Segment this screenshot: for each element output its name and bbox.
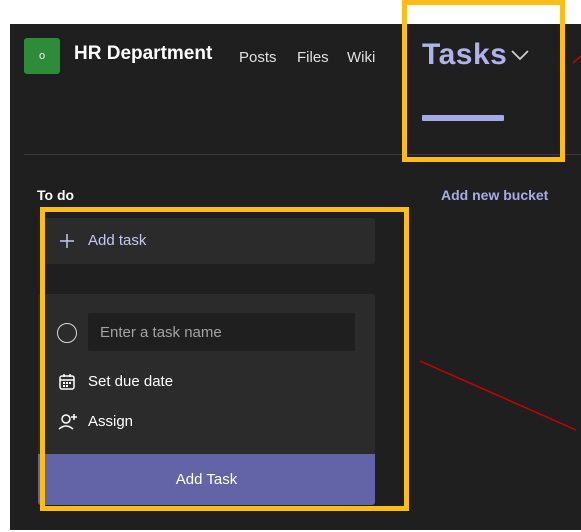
tab-posts[interactable]: Posts — [239, 49, 277, 66]
checkbox-circle-icon[interactable] — [57, 323, 77, 343]
set-due-date-label: Set due date — [88, 373, 174, 390]
add-task-label: Add task — [88, 232, 147, 249]
active-tab-indicator — [422, 115, 504, 121]
teams-window: o HR Department Posts Files Wiki Tasks T… — [10, 24, 581, 530]
team-name: HR Department — [74, 43, 213, 64]
new-task-card: Set due date Assign Add Task — [38, 294, 375, 505]
calendar-icon — [58, 373, 76, 396]
tab-files[interactable]: Files — [297, 49, 329, 66]
tab-wiki[interactable]: Wiki — [347, 49, 375, 66]
channel-header: o HR Department Posts Files Wiki Tasks — [10, 24, 581, 94]
add-task-submit-button[interactable]: Add Task — [38, 454, 375, 505]
add-task-row[interactable]: Add task — [42, 218, 375, 264]
assign-label: Assign — [88, 413, 134, 430]
bucket-title: To do — [37, 187, 75, 203]
assign-person-icon — [58, 413, 78, 436]
chevron-down-icon[interactable] — [510, 48, 530, 67]
header-divider — [24, 154, 581, 155]
team-avatar[interactable]: o — [24, 38, 60, 74]
add-new-bucket-link[interactable]: Add new bucket — [441, 187, 548, 203]
tab-tasks[interactable]: Tasks — [422, 38, 507, 72]
plus-icon — [59, 233, 75, 254]
task-name-input[interactable] — [88, 313, 355, 351]
